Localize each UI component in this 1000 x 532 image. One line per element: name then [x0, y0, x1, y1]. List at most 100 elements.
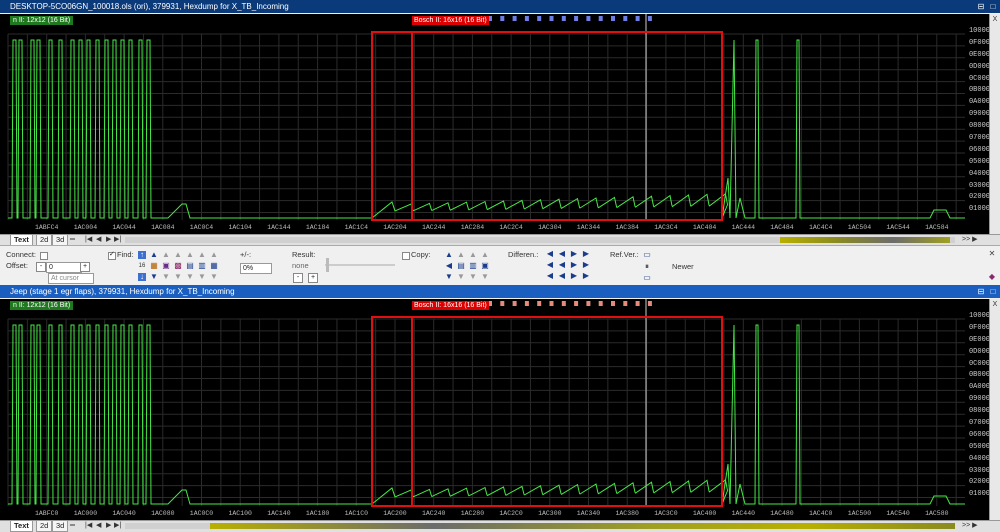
- small-arrow-down-4-icon[interactable]: ▼: [198, 273, 206, 281]
- diff-g-icon[interactable]: ◀: [546, 272, 554, 280]
- top-titlebar[interactable]: DESKTOP-5CO06GN_100018.ols (ori), 379931…: [0, 0, 1000, 13]
- small-arrow-up-2-icon[interactable]: ▲: [174, 251, 182, 259]
- eraser-icon[interactable]: ◆: [988, 273, 996, 281]
- copy-grid-3-icon[interactable]: ▣: [481, 262, 489, 270]
- connect-checkbox[interactable]: [40, 252, 48, 260]
- grid-icon[interactable]: ▤: [186, 262, 194, 270]
- close-icon[interactable]: X: [990, 14, 1000, 26]
- bottom-close-icon[interactable]: X: [990, 299, 1000, 311]
- diff-b-icon[interactable]: ▶: [582, 250, 590, 258]
- find-16bit-icon[interactable]: 16: [138, 262, 146, 270]
- bottom-tab-2d[interactable]: 2d: [36, 521, 53, 532]
- bottom-prev-page-icon[interactable]: ◀: [96, 521, 101, 531]
- diff-prev-up-icon[interactable]: ◀: [546, 250, 554, 258]
- top-hexdump-window: DESKTOP-5CO06GN_100018.ols (ori), 379931…: [0, 0, 1000, 246]
- diff-next-up-icon[interactable]: ◀: [558, 250, 566, 258]
- copy-up-3-icon[interactable]: ▲: [469, 251, 477, 259]
- x-tick-label: 1AC140: [267, 510, 291, 517]
- copy-up-2-icon[interactable]: ▲: [457, 251, 465, 259]
- bottom-close-window-icon[interactable]: □: [988, 285, 998, 298]
- small-arrow-up-1-icon[interactable]: ▲: [162, 251, 170, 259]
- grid-alt-icon[interactable]: ▥: [198, 262, 206, 270]
- at-cursor-button[interactable]: At cursor: [48, 273, 94, 284]
- up-arrow-icon[interactable]: ▲: [150, 251, 158, 259]
- find-up-arrow-icon[interactable]: ↑: [138, 251, 146, 259]
- diff-d-icon[interactable]: ◀: [558, 261, 566, 269]
- refver-window-2-icon[interactable]: ▭: [643, 274, 651, 282]
- small-arrow-down-2-icon[interactable]: ▼: [174, 273, 182, 281]
- diff-j-icon[interactable]: ▶: [582, 272, 590, 280]
- bottom-scroll-end-icon[interactable]: >> ▶: [962, 521, 978, 531]
- small-arrow-up-4-icon[interactable]: ▲: [198, 251, 206, 259]
- bottom-last-page-icon[interactable]: ▶|: [114, 521, 121, 531]
- copy-checkbox[interactable]: [402, 252, 410, 260]
- last-page-icon[interactable]: ▶|: [114, 235, 121, 245]
- close-window-icon[interactable]: □: [988, 0, 998, 13]
- copy-grid-2-icon[interactable]: ▥: [469, 262, 477, 270]
- copy-label: Copy:: [411, 250, 431, 259]
- marker-square: [586, 16, 591, 21]
- copy-down-icon[interactable]: ▼: [445, 273, 453, 281]
- diff-i-icon[interactable]: ▶: [570, 272, 578, 280]
- bottom-selected-map-tag[interactable]: Bosch II: 16x16 (16 Bit): [412, 301, 489, 310]
- diff-f-icon[interactable]: ▶: [582, 261, 590, 269]
- bottom-next-page-icon[interactable]: ▶: [106, 521, 111, 531]
- result-slider-thumb[interactable]: [326, 258, 329, 272]
- grid-table-icon[interactable]: ▦: [210, 262, 218, 270]
- pin-icon[interactable]: ⊟: [976, 0, 986, 13]
- prev-page-icon[interactable]: ◀: [96, 235, 101, 245]
- top-selected-map-tag[interactable]: Bosch II: 16x16 (16 Bit): [412, 16, 489, 25]
- bottom-titlebar[interactable]: Jeep (stage 1 egr flaps), 379931, Hexdum…: [0, 285, 1000, 298]
- result-slider[interactable]: [325, 264, 395, 266]
- offset-input[interactable]: 0: [46, 262, 82, 273]
- find-down-arrow-icon[interactable]: ↓: [138, 273, 146, 281]
- map-color-icon[interactable]: ▩: [174, 262, 182, 270]
- map-select-icon[interactable]: ▣: [162, 262, 170, 270]
- refver-pause-icon[interactable]: ⏸: [643, 263, 651, 271]
- offset-minus-button[interactable]: -: [36, 262, 46, 272]
- plusminus-label: +/-:: [240, 250, 252, 259]
- x-tick-label: 1AC200: [383, 510, 407, 517]
- diff-a-icon[interactable]: ▶: [570, 250, 578, 258]
- copy-grid-icon[interactable]: ▤: [457, 262, 465, 270]
- marker-square: [574, 301, 579, 306]
- bottom-list-icon[interactable]: ═: [70, 521, 75, 531]
- marker-square: [598, 301, 603, 306]
- result-plus-button[interactable]: +: [308, 273, 318, 283]
- copy-left-icon[interactable]: ◀: [445, 262, 453, 270]
- copy-up-icon[interactable]: ▲: [445, 251, 453, 259]
- result-minus-button[interactable]: -: [293, 273, 303, 283]
- toolbar-close-icon[interactable]: ✕: [988, 250, 996, 258]
- copy-down-2-icon[interactable]: ▼: [457, 273, 465, 281]
- scroll-end-icon[interactable]: >> ▶: [962, 235, 978, 245]
- small-arrow-down-5-icon[interactable]: ▼: [210, 273, 218, 281]
- first-page-icon[interactable]: |◀: [85, 235, 92, 245]
- diff-h-icon[interactable]: ◀: [558, 272, 566, 280]
- bottom-left-map-tag[interactable]: n II: 12x12 (16 Bit): [10, 301, 74, 310]
- small-arrow-down-3-icon[interactable]: ▼: [186, 273, 194, 281]
- percent-select[interactable]: 0%: [240, 263, 272, 274]
- bottom-first-page-icon[interactable]: |◀: [85, 521, 92, 531]
- refver-window-icon[interactable]: ▭: [643, 251, 651, 259]
- bottom-tab-3d[interactable]: 3d: [52, 521, 69, 532]
- list-icon[interactable]: ═: [70, 235, 75, 245]
- down-arrow-icon[interactable]: ▼: [150, 273, 158, 281]
- x-tick-label: 1AC1C4: [344, 224, 368, 231]
- copy-down-4-icon[interactable]: ▼: [481, 273, 489, 281]
- small-arrow-up-5-icon[interactable]: ▲: [210, 251, 218, 259]
- copy-up-4-icon[interactable]: ▲: [481, 251, 489, 259]
- map-view-icon[interactable]: ▦: [150, 262, 158, 270]
- next-page-icon[interactable]: ▶: [106, 235, 111, 245]
- diff-c-icon[interactable]: ◀: [546, 261, 554, 269]
- small-arrow-up-3-icon[interactable]: ▲: [186, 251, 194, 259]
- top-plot-area[interactable]: n II: 12x12 (16 Bit) Bosch II: 16x16 (16…: [0, 14, 1000, 234]
- offset-plus-button[interactable]: +: [80, 262, 90, 272]
- small-arrow-down-1-icon[interactable]: ▼: [162, 273, 170, 281]
- bottom-plot-area[interactable]: n II: 12x12 (16 Bit) Bosch II: 16x16 (16…: [0, 299, 1000, 520]
- diff-e-icon[interactable]: ▶: [570, 261, 578, 269]
- bottom-pin-icon[interactable]: ⊟: [976, 285, 986, 298]
- copy-down-3-icon[interactable]: ▼: [469, 273, 477, 281]
- find-checkbox[interactable]: [108, 250, 116, 260]
- bottom-tab-text[interactable]: Text: [10, 521, 33, 532]
- top-left-map-tag[interactable]: n II: 12x12 (16 Bit): [10, 16, 74, 25]
